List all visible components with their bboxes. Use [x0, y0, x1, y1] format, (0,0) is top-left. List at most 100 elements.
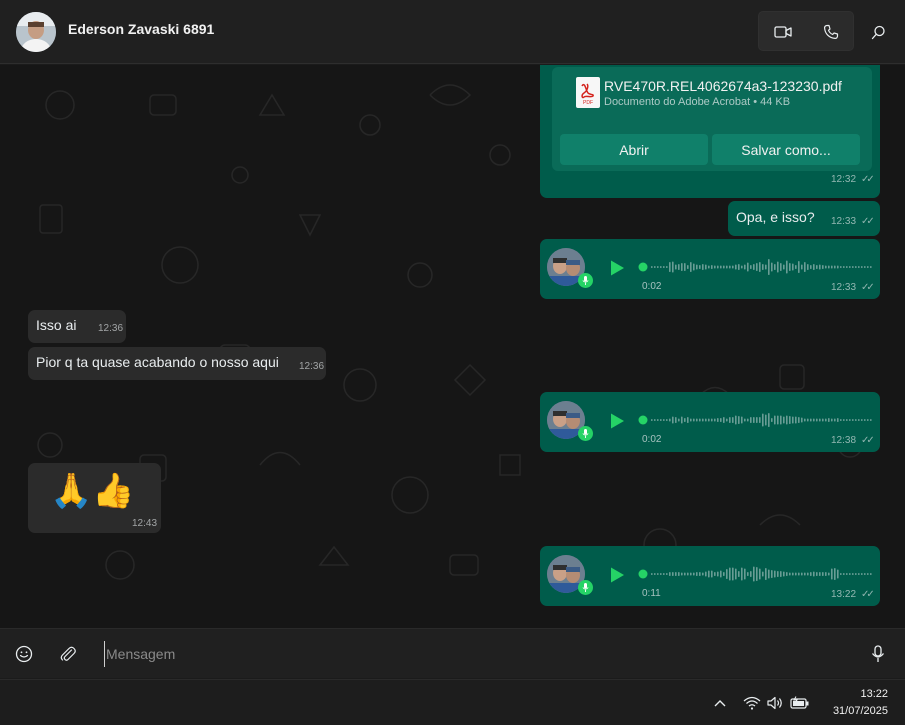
waveform-bar: [705, 264, 707, 270]
waveform-bar: [774, 264, 776, 270]
contact-avatar[interactable]: [16, 12, 56, 52]
waveform-bar: [864, 573, 866, 575]
waveform-bar: [867, 419, 869, 421]
waveform-bar: [741, 416, 743, 424]
waveform-bar: [696, 572, 698, 576]
message-time: 12:33: [831, 216, 857, 227]
waveform-bar: [768, 259, 770, 275]
document-meta: Documento do Adobe Acrobat • 44 KB: [604, 96, 791, 108]
waveform-bar: [795, 416, 797, 424]
waveform-bar: [750, 265, 752, 269]
voice-record-button[interactable]: [865, 641, 891, 667]
search-button[interactable]: [862, 16, 894, 48]
waveform-bar: [690, 418, 692, 422]
waveform-bar: [747, 262, 749, 272]
waveform-bar: [690, 262, 692, 272]
waveform-bar: [687, 572, 689, 576]
waveform-bar: [672, 572, 674, 576]
waveform-bar: [759, 568, 761, 580]
waveform-bar: [828, 418, 830, 422]
waveform-bar: [855, 573, 857, 575]
waveform-bar: [651, 266, 653, 268]
outgoing-text-message[interactable]: Opa, e isso? 12:33 ✓✓: [728, 201, 880, 236]
voice-message[interactable]: 0:11 13:22 ✓✓: [540, 546, 880, 606]
play-button[interactable]: [608, 566, 626, 584]
waveform-bar: [843, 266, 845, 268]
waveform-bar: [684, 263, 686, 271]
incoming-emoji-message[interactable]: 🙏👍 12:43: [28, 463, 161, 533]
wifi-status[interactable]: [741, 692, 763, 714]
message-input[interactable]: [104, 641, 844, 667]
waveform-bar: [840, 266, 842, 268]
emoji-button[interactable]: [11, 641, 37, 667]
contact-name[interactable]: Ederson Zavaski 6891: [68, 21, 214, 37]
playback-position-dot[interactable]: [638, 569, 648, 579]
video-call-button[interactable]: [759, 12, 807, 52]
waveform-bar: [660, 573, 662, 575]
waveform-bar: [696, 264, 698, 270]
chevron-up-icon: [714, 700, 726, 707]
play-button[interactable]: [608, 412, 626, 430]
waveform-bar: [807, 264, 809, 270]
waveform-bar: [861, 419, 863, 421]
waveform-bar: [678, 572, 680, 576]
message-list[interactable]: PDF RVE470R.REL4062674a3-123230.pdf Docu…: [0, 65, 905, 628]
save-as-button[interactable]: Salvar como...: [712, 134, 860, 165]
waveform-bar: [780, 263, 782, 271]
waveform-bar: [858, 419, 860, 421]
play-button[interactable]: [608, 259, 626, 277]
waveform-bar: [813, 418, 815, 422]
playback-position-dot[interactable]: [638, 262, 648, 272]
document-message[interactable]: PDF RVE470R.REL4062674a3-123230.pdf Docu…: [540, 65, 880, 198]
waveform-bar: [717, 571, 719, 577]
waveform-bar: [840, 419, 842, 421]
voice-waveform[interactable]: [637, 255, 873, 279]
voice-waveform[interactable]: [637, 562, 873, 586]
waveform-bar: [822, 265, 824, 269]
waveform-bar: [870, 573, 872, 575]
waveform-bar: [834, 568, 836, 580]
voice-waveform[interactable]: [637, 408, 873, 432]
waveform-bar: [843, 573, 845, 575]
incoming-text-message[interactable]: Isso ai 12:36: [28, 310, 126, 343]
voice-call-button[interactable]: [807, 12, 855, 52]
waveform-bar: [678, 418, 680, 422]
clock-time[interactable]: 13:22: [830, 688, 888, 700]
show-hidden-icons-button[interactable]: [709, 692, 731, 714]
waveform-bar: [843, 419, 845, 421]
clock-date[interactable]: 31/07/2025: [818, 705, 888, 717]
waveform-bar: [807, 572, 809, 576]
waveform-bar: [747, 572, 749, 576]
waveform-bar: [864, 419, 866, 421]
waveform-bar: [711, 265, 713, 269]
waveform-bar: [654, 419, 656, 421]
waveform-bar: [807, 418, 809, 422]
waveform-bar: [699, 572, 701, 576]
waveform-bar: [774, 415, 776, 425]
volume-status[interactable]: [765, 692, 787, 714]
waveform-bar: [723, 572, 725, 576]
waveform-bar: [825, 265, 827, 269]
waveform-bar: [783, 264, 785, 270]
waveform-bar: [717, 265, 719, 269]
voice-message[interactable]: 0:02 12:33 ✓✓: [540, 239, 880, 299]
waveform-bar: [834, 265, 836, 269]
waveform-bar: [699, 418, 701, 422]
attach-button[interactable]: [55, 641, 81, 667]
battery-status[interactable]: [789, 692, 811, 714]
waveform-bar: [771, 570, 773, 578]
waveform-bar: [759, 262, 761, 272]
voice-message[interactable]: 0:02 12:38 ✓✓: [540, 392, 880, 452]
playback-position-dot[interactable]: [638, 415, 648, 425]
waveform-bar: [672, 261, 674, 273]
waveform-bar: [738, 264, 740, 270]
waveform-bar: [837, 265, 839, 269]
open-document-button[interactable]: Abrir: [560, 134, 708, 165]
document-card[interactable]: PDF RVE470R.REL4062674a3-123230.pdf Docu…: [552, 67, 872, 171]
incoming-text-message[interactable]: Pior q ta quase acabando o nosso aqui 12…: [28, 347, 326, 380]
microphone-icon: [871, 645, 885, 662]
waveform-bar: [738, 416, 740, 424]
waveform-bar: [786, 572, 788, 576]
message-time: 12:43: [132, 518, 158, 529]
waveform-bar: [723, 417, 725, 423]
